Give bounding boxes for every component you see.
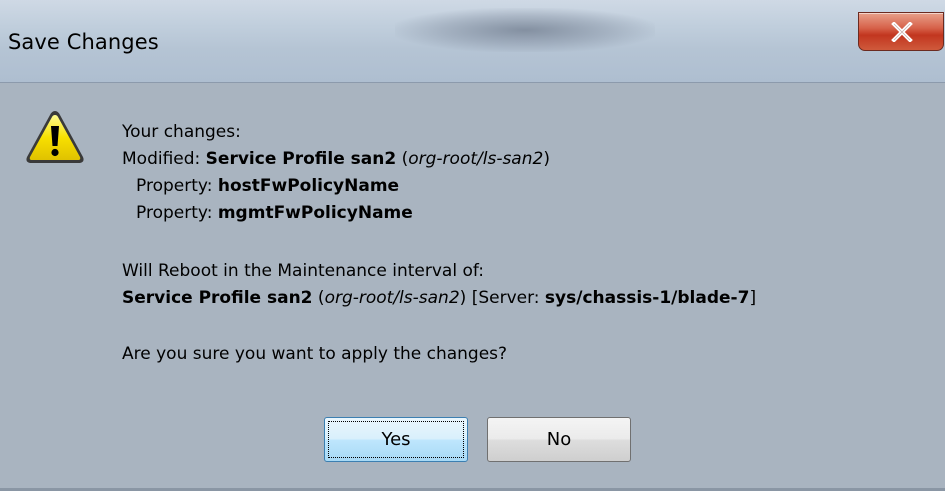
- property-prefix: Property:: [136, 203, 218, 223]
- property-prefix: Property:: [136, 176, 218, 196]
- message-line-reboot: Will Reboot in the Maintenance interval …: [122, 261, 484, 281]
- warning-icon: [26, 111, 84, 163]
- dialog-body: [0, 83, 945, 491]
- save-changes-dialog: Save Changes Your changes: Modified: Ser…: [0, 0, 945, 491]
- property-name: mgmtFwPolicyName: [217, 203, 413, 223]
- server-prefix: [Server:: [466, 288, 545, 308]
- paren-open: (: [312, 288, 325, 308]
- modified-object: Service Profile san2: [205, 149, 397, 169]
- message-line-property-1: Property: hostFwPolicyName: [136, 176, 399, 196]
- modified-prefix: Modified:: [122, 149, 206, 169]
- title-bar[interactable]: Save Changes: [0, 0, 945, 82]
- server-dn: sys/chassis-1/blade-7: [544, 288, 750, 308]
- modified-dn: org-root/ls-san2: [408, 149, 544, 169]
- close-button[interactable]: [858, 12, 944, 51]
- message-line-modified: Modified: Service Profile san2 (org-root…: [122, 149, 550, 169]
- dialog-title: Save Changes: [8, 30, 159, 54]
- message-line-reboot-target: Service Profile san2 (org-root/ls-san2) …: [122, 288, 756, 308]
- reboot-object: Service Profile san2: [122, 288, 313, 308]
- no-button[interactable]: No: [487, 417, 631, 462]
- title-bar-glow: [395, 8, 655, 52]
- reboot-notice: Will Reboot in the Maintenance interval …: [122, 261, 484, 281]
- focus-ring: [328, 421, 464, 458]
- property-name: hostFwPolicyName: [217, 176, 400, 196]
- message-line-property-2: Property: mgmtFwPolicyName: [136, 203, 413, 223]
- close-icon: [891, 22, 913, 42]
- paren-close: ): [543, 149, 550, 169]
- reboot-dn: org-root/ls-san2: [324, 288, 460, 308]
- paren-open: (: [396, 149, 409, 169]
- changes-heading: Your changes:: [122, 122, 241, 142]
- server-close: ]: [749, 288, 757, 308]
- message-line-confirm: Are you sure you want to apply the chang…: [122, 344, 507, 364]
- no-button-label: No: [546, 429, 572, 450]
- confirm-question: Are you sure you want to apply the chang…: [122, 344, 508, 364]
- message-line-changes: Your changes:: [122, 122, 241, 142]
- yes-button[interactable]: Yes: [324, 417, 468, 462]
